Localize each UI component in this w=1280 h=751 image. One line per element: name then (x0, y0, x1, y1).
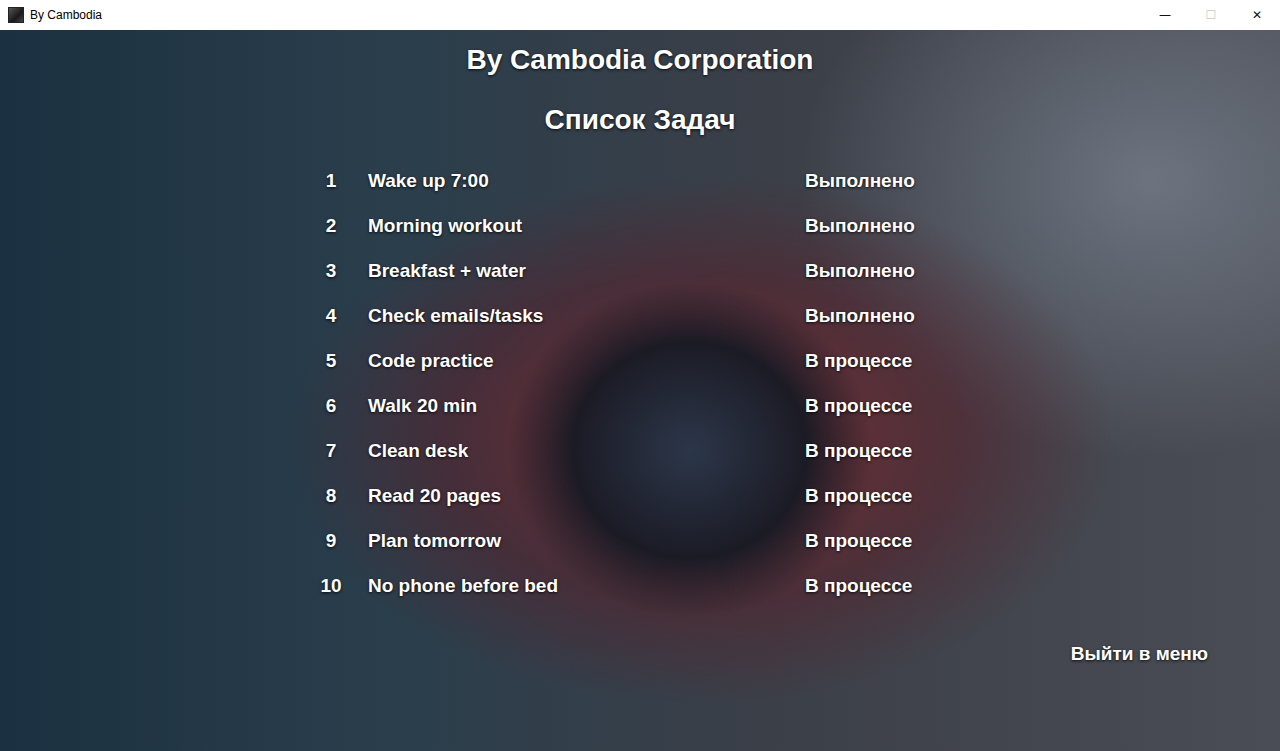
task-number: 6 (316, 395, 346, 417)
task-status: В процессе (805, 575, 1005, 597)
task-title: Morning workout (368, 215, 783, 237)
task-number: 1 (316, 170, 346, 192)
task-status: В процессе (805, 485, 1005, 507)
task-number: 10 (316, 575, 346, 597)
window-title: By Cambodia (30, 8, 1136, 22)
task-row: 2 Morning workout Выполнено (316, 203, 1280, 248)
task-number: 2 (316, 215, 346, 237)
task-number: 9 (316, 530, 346, 552)
window-control-button: ☐ (1188, 0, 1234, 30)
title-bar: By Cambodia —☐✕ (0, 0, 1280, 30)
task-row: 6 Walk 20 min В процессе (316, 383, 1280, 428)
app-window: By Cambodia —☐✕ By Cambodia Corporation Спи… (0, 0, 1280, 751)
footer: Выйти в меню (0, 640, 1280, 668)
task-row: 10 No phone before bed В процессе (316, 563, 1280, 608)
task-title: Wake up 7:00 (368, 170, 783, 192)
task-number: 3 (316, 260, 346, 282)
task-title: Check emails/tasks (368, 305, 783, 327)
task-title: Read 20 pages (368, 485, 783, 507)
task-title: Breakfast + water (368, 260, 783, 282)
task-row: 5 Code practice В процессе (316, 338, 1280, 383)
main-content: By Cambodia Corporation Список Задач 1 Wake… (0, 30, 1280, 751)
task-number: 5 (316, 350, 346, 372)
app-heading: By Cambodia Corporation (0, 42, 1280, 78)
task-row: 3 Breakfast + water Выполнено (316, 248, 1280, 293)
task-status: Выполнено (805, 260, 1005, 282)
task-title: Code practice (368, 350, 783, 372)
task-status: Выполнено (805, 305, 1005, 327)
task-number: 4 (316, 305, 346, 327)
task-title: Clean desk (368, 440, 783, 462)
task-status: В процессе (805, 395, 1005, 417)
exit-menu-button[interactable]: Выйти в меню (1069, 640, 1210, 668)
task-status: Выполнено (805, 215, 1005, 237)
task-row: 9 Plan tomorrow В процессе (316, 518, 1280, 563)
task-row: 1 Wake up 7:00 Выполнено (316, 158, 1280, 203)
task-number: 7 (316, 440, 346, 462)
task-title: Plan tomorrow (368, 530, 783, 552)
task-list: 1 Wake up 7:00 Выполнено 2 Morning workout Вы… (316, 158, 1280, 608)
task-status: В процессе (805, 530, 1005, 552)
task-row: 7 Clean desk В процессе (316, 428, 1280, 473)
task-row: 4 Check emails/tasks Выполнено (316, 293, 1280, 338)
task-number: 8 (316, 485, 346, 507)
window-control-button[interactable]: ✕ (1234, 0, 1280, 30)
task-row: 8 Read 20 pages В процессе (316, 473, 1280, 518)
task-status: В процессе (805, 440, 1005, 462)
task-status: В процессе (805, 350, 1005, 372)
app-icon (8, 7, 24, 23)
list-heading: Список Задач (0, 102, 1280, 138)
window-controls: —☐✕ (1142, 0, 1280, 30)
task-title: No phone before bed (368, 575, 783, 597)
window-control-button[interactable]: — (1142, 0, 1188, 30)
task-status: Выполнено (805, 170, 1005, 192)
task-title: Walk 20 min (368, 395, 783, 417)
